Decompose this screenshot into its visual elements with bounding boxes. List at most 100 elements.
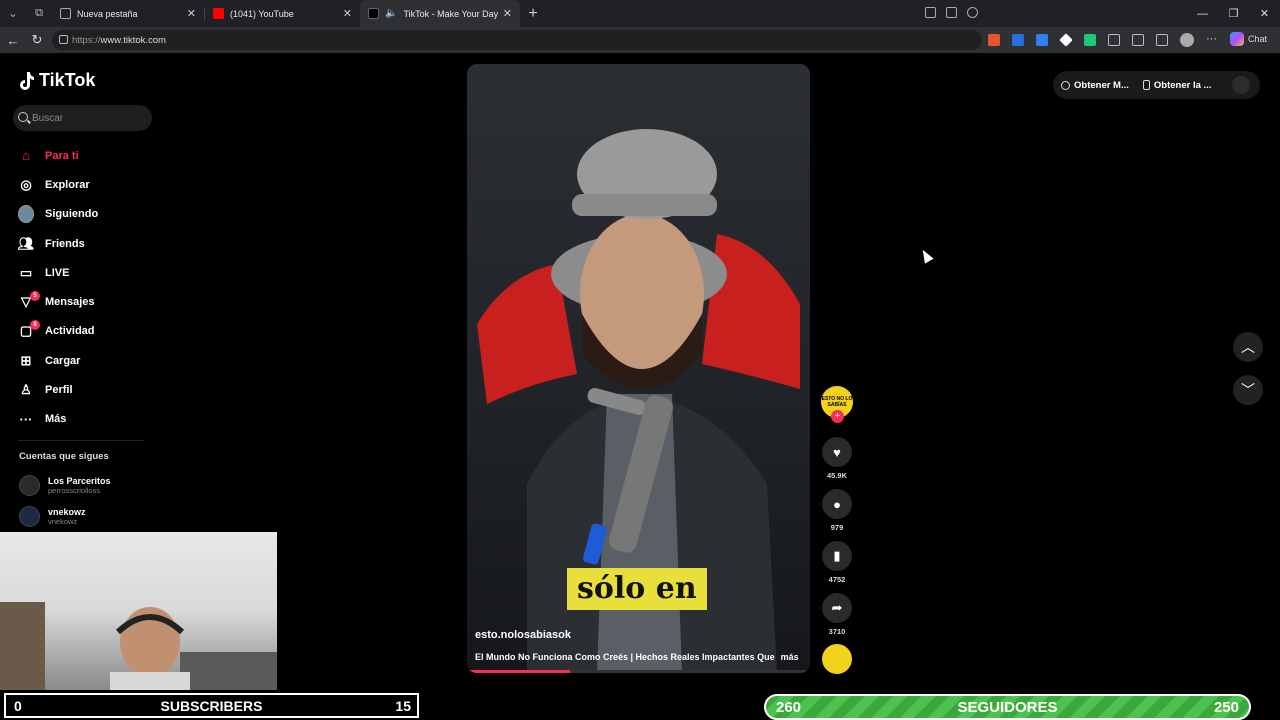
sidebar-nav: ⌂ Para ti ◎ Explorar Siguiendo 👥︎ Friend… (0, 141, 160, 434)
speaker-icon[interactable]: 🔈 (385, 8, 397, 19)
like-button[interactable]: ♥ 45.9K (820, 437, 854, 480)
sidebar-item-label: Explorar (45, 178, 90, 191)
sidebar-item-friends[interactable]: 👥︎ Friends (0, 229, 160, 258)
video-player[interactable]: sólo en esto.nolosabiasok El Mundo No Fu… (467, 64, 810, 673)
site-info-icon[interactable] (59, 35, 68, 44)
like-count: 45.9K (826, 471, 847, 480)
copilot-icon (1230, 32, 1244, 46)
sidebar-item-mas[interactable]: ··· Más (0, 405, 160, 434)
extension-icon[interactable] (988, 34, 1000, 46)
app-install-icon[interactable] (925, 7, 936, 18)
workspaces-icon[interactable]: ⧉ (26, 0, 52, 27)
copilot-chat-button[interactable]: Chat (1230, 32, 1267, 46)
home-icon: ⌂ (22, 148, 30, 164)
sidebar-divider (18, 440, 144, 441)
activity-badge: 8 (30, 320, 40, 331)
video-description-text: El Mundo No Funciona Como Creés | Hechos… (475, 652, 775, 662)
subscribers-label: SUBSCRIBERS (160, 697, 263, 714)
tab-youtube[interactable]: (1041) YouTube ✕ (205, 0, 360, 27)
previous-video-button[interactable]: ︿ (1233, 332, 1263, 362)
more-link[interactable]: más (781, 652, 799, 662)
extension-icon[interactable] (1059, 33, 1073, 47)
split-screen-icon[interactable] (1132, 34, 1144, 46)
subscribers-counter: 0 SUBSCRIBERS 15 (4, 693, 419, 718)
account-item[interactable]: Los Parceritos perrosscriolloss (19, 473, 111, 497)
translate-icon[interactable] (946, 7, 957, 18)
sound-disc-button[interactable] (820, 644, 854, 674)
next-video-button[interactable]: ﹀ (1233, 375, 1263, 405)
restore-icon[interactable]: ❐ (1218, 0, 1249, 27)
mouse-cursor-icon (918, 247, 934, 264)
search-icon (18, 112, 28, 122)
tab-tiktok[interactable]: 🔈 TikTok - Make Your Day ✕ (360, 0, 520, 27)
creator-avatar-button[interactable]: ESTO NO LO SABÍAS + (820, 386, 854, 423)
heart-icon: ♥ (822, 437, 852, 467)
extensions-bar: ··· (988, 33, 1218, 47)
close-tab-icon[interactable]: ✕ (503, 7, 512, 20)
user-avatar[interactable] (1232, 76, 1250, 94)
share-count: 3710 (828, 627, 846, 636)
share-button[interactable]: ➦ 3710 (820, 593, 854, 636)
avatar (19, 474, 40, 496)
close-tab-icon[interactable]: ✕ (187, 7, 196, 20)
friends-icon: 👥︎ (17, 235, 35, 251)
following-accounts-title: Cuentas que sigues (19, 451, 109, 462)
sidebar-item-para-ti[interactable]: ⌂ Para ti (0, 141, 160, 170)
coin-icon (1061, 80, 1070, 90)
followers-counter: 260 SEGUIDORES 250 (764, 694, 1251, 720)
minimize-icon[interactable]: — (1187, 0, 1218, 27)
extension-icon[interactable] (1012, 34, 1024, 46)
tiktok-note-icon (20, 71, 34, 90)
back-arrow-icon[interactable]: ← (1, 33, 25, 48)
browser-tab-bar: ⌄ ⧉ Nueva pestaña ✕ (1041) YouTube ✕ 🔈 T… (0, 0, 1280, 27)
logo-text: TikTok (39, 70, 96, 90)
extensions-puzzle-icon[interactable] (1108, 34, 1120, 46)
video-caption-text: sólo en (567, 568, 707, 610)
sidebar-item-live[interactable]: ▭ LIVE (0, 258, 160, 287)
profile-avatar-icon[interactable] (1180, 33, 1194, 47)
tiktok-sidebar: TikTok Buscar ⌂ Para ti ◎ Explorar Sigui… (0, 53, 160, 533)
tab-new-tab[interactable]: Nueva pestaña ✕ (52, 0, 204, 27)
refresh-icon[interactable]: ↻ (25, 32, 49, 48)
close-tab-icon[interactable]: ✕ (343, 7, 352, 20)
sound-disc-icon (822, 644, 852, 674)
new-tab-button[interactable]: + (520, 5, 546, 23)
save-button[interactable]: ▮ 4752 (820, 541, 854, 584)
tab-label: TikTok - Make Your Day (403, 8, 499, 19)
close-window-icon[interactable]: ✕ (1249, 0, 1280, 27)
extension-icon[interactable] (1084, 34, 1096, 46)
top-right-actions: Obtener M... Obtener la ... (1053, 71, 1260, 99)
follow-plus-icon[interactable]: + (831, 410, 844, 423)
tab-list-chevron-icon[interactable]: ⌄ (0, 0, 26, 27)
account-handle: perrosscriolloss (48, 485, 101, 495)
video-progress-bar[interactable] (467, 670, 810, 673)
get-coins-label: Obtener M... (1074, 79, 1129, 91)
sidebar-item-perfil[interactable]: ♙ Perfil (0, 375, 160, 404)
sidebar-item-label: Mensajes (45, 296, 95, 309)
account-item[interactable]: vnekowz vnekowz (19, 504, 86, 528)
sidebar-item-mensajes[interactable]: ▽ 5 Mensajes (0, 287, 160, 316)
tiktok-favicon-icon (368, 8, 379, 19)
tab-label: (1041) YouTube (230, 8, 294, 19)
menu-dots-icon[interactable]: ··· (1206, 34, 1218, 46)
comment-icon: ● (822, 489, 852, 519)
video-description: El Mundo No Funciona Como Creés | Hechos… (475, 652, 805, 662)
sidebar-item-explorar[interactable]: ◎ Explorar (0, 170, 160, 199)
chat-label: Chat (1248, 34, 1268, 44)
video-username[interactable]: esto.nolosabiasok (475, 629, 571, 641)
extension-icon[interactable] (1036, 34, 1048, 46)
tiktok-logo[interactable]: TikTok (18, 70, 95, 91)
sidebar-item-label: Cargar (45, 354, 81, 367)
window-controls: — ❐ ✕ (1187, 0, 1280, 27)
sidebar-item-cargar[interactable]: ⊞ Cargar (0, 346, 160, 375)
sidebar-item-siguiendo[interactable]: Siguiendo (0, 200, 160, 229)
get-app-button[interactable]: Obtener la ... (1142, 80, 1211, 91)
sidebar-item-actividad[interactable]: ▢ 8 Actividad (0, 317, 160, 346)
search-input[interactable]: Buscar (13, 105, 152, 131)
get-coins-button[interactable]: Obtener M... (1061, 80, 1129, 91)
favorite-star-icon[interactable] (967, 7, 978, 18)
comment-button[interactable]: ● 979 (820, 489, 854, 532)
favorites-icon[interactable] (1156, 34, 1168, 46)
url-field[interactable]: https://www.tiktok.com (52, 30, 982, 50)
url-action-icons (925, 7, 978, 18)
